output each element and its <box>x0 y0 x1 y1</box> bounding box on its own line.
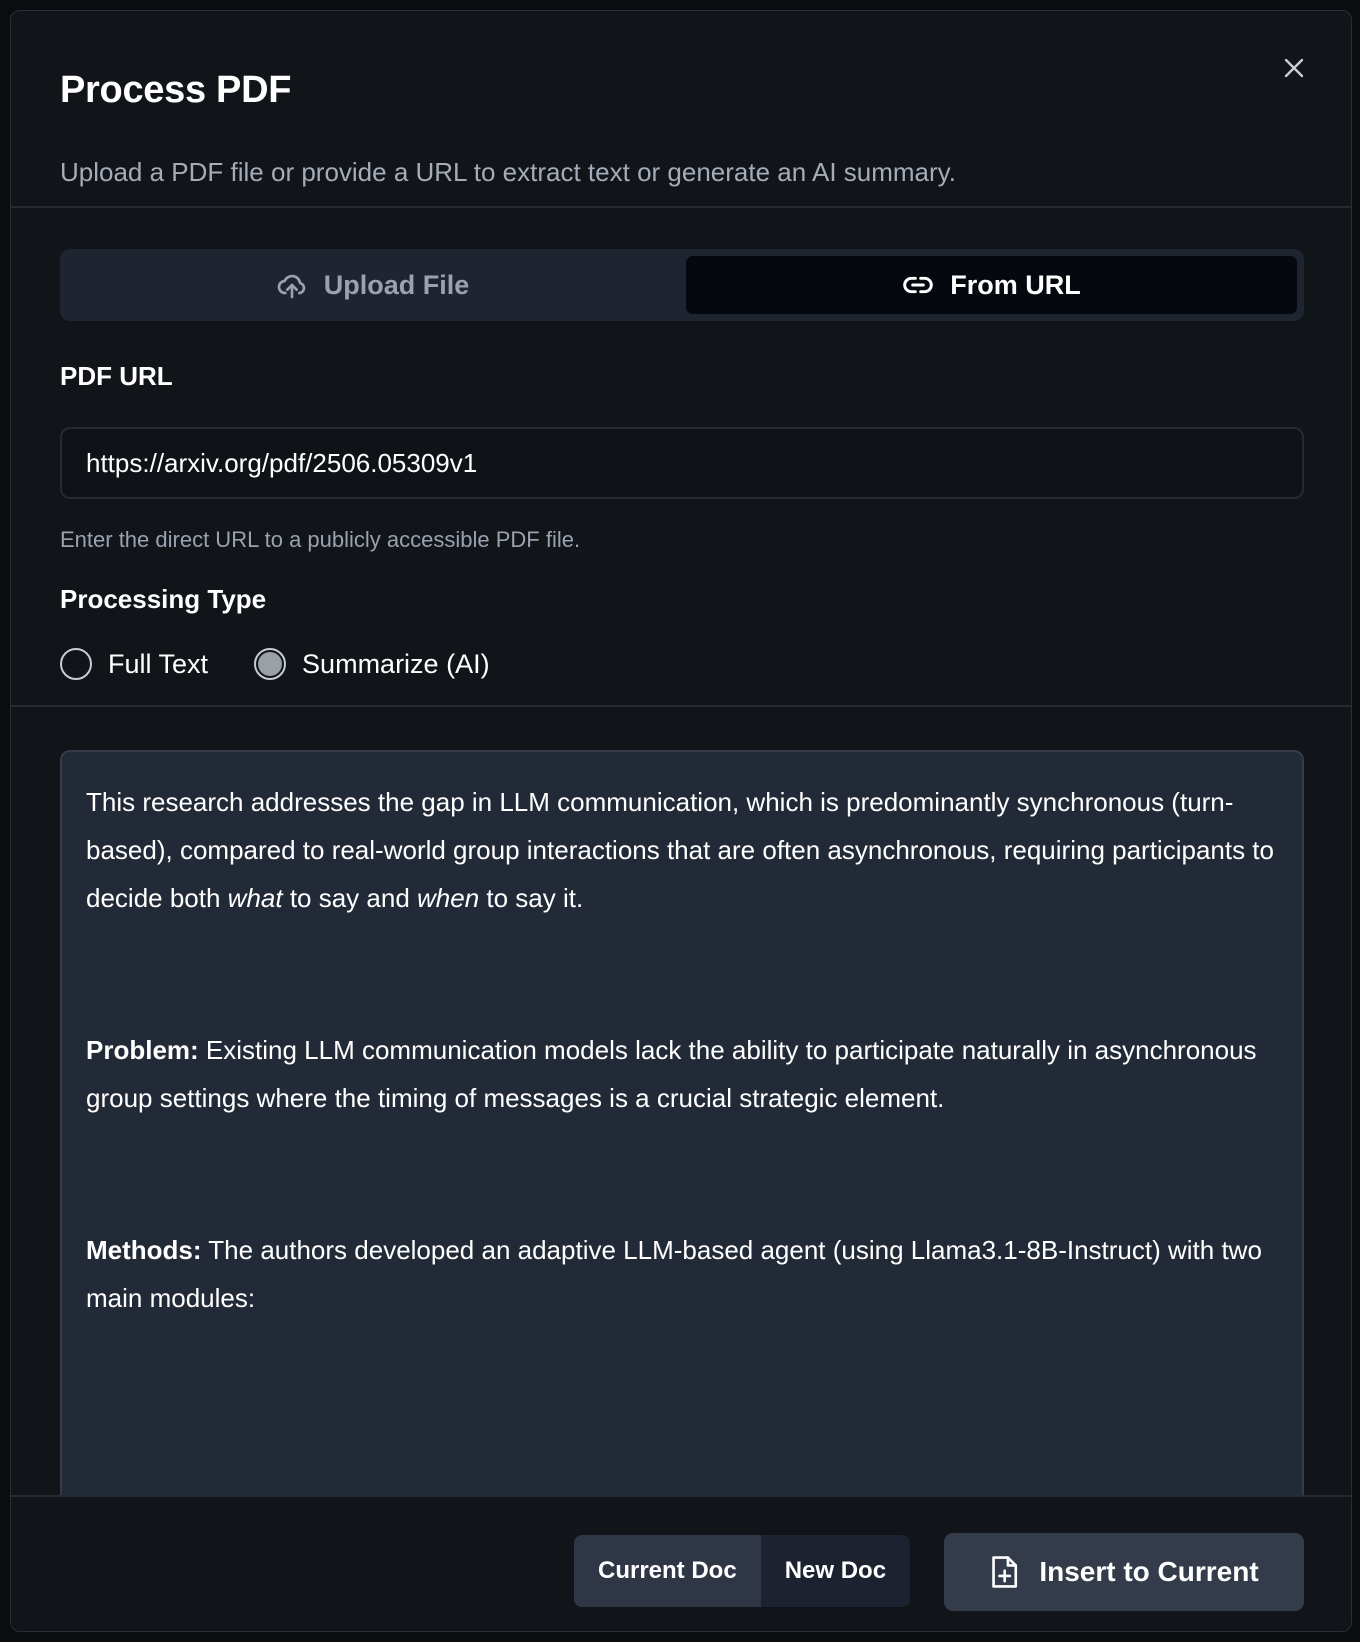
insert-to-current-label: Insert to Current <box>1039 1556 1259 1587</box>
dialog-footer: Current Doc New Doc Insert to Current <box>11 1495 1351 1631</box>
radio-full-text-label: Full Text <box>108 648 209 679</box>
processing-type-group: Full Text Summarize (AI) <box>60 648 536 680</box>
radio-full-text[interactable]: Full Text <box>60 648 208 680</box>
dialog-title: Process PDF <box>60 69 292 111</box>
processing-type-label: Processing Type <box>60 584 267 614</box>
file-plus-icon <box>992 1556 1018 1588</box>
summary-problem: Problem: Existing LLM communication mode… <box>86 1026 1278 1122</box>
options-divider <box>11 705 1351 707</box>
source-tabs: Upload File From URL <box>60 249 1304 321</box>
summary-intro-text-3: to say it. <box>479 883 584 913</box>
new-doc-button[interactable]: New Doc <box>761 1535 910 1607</box>
dialog-subtitle: Upload a PDF file or provide a URL to ex… <box>60 157 956 187</box>
tab-from-url[interactable]: From URL <box>686 256 1297 314</box>
summary-intro-text-2: to say and <box>282 883 418 913</box>
summary-intro: This research addresses the gap in LLM c… <box>86 778 1278 922</box>
pdf-url-label: PDF URL <box>60 361 173 391</box>
radio-summarize-ai[interactable]: Summarize (AI) <box>254 648 490 680</box>
upload-cloud-icon <box>277 274 306 299</box>
radio-summarize-ai-circle[interactable] <box>254 648 287 680</box>
radio-selected-dot <box>258 652 283 676</box>
summary-problem-text: Existing LLM communication models lack t… <box>86 1035 1257 1113</box>
process-pdf-dialog: Process PDF Upload a PDF file or provide… <box>10 10 1352 1632</box>
link-icon <box>903 276 934 294</box>
close-button[interactable] <box>1277 51 1311 85</box>
summary-methods-label: Methods: <box>86 1235 202 1265</box>
radio-summarize-ai-label: Summarize (AI) <box>302 648 490 679</box>
summary-intro-what: what <box>227 883 283 913</box>
tab-upload-file[interactable]: Upload File <box>67 256 678 314</box>
current-doc-button[interactable]: Current Doc <box>574 1535 761 1607</box>
radio-full-text-circle[interactable] <box>60 648 92 680</box>
header-divider <box>11 206 1351 208</box>
pdf-url-hint: Enter the direct URL to a publicly acces… <box>60 527 581 552</box>
summary-methods-text: The authors developed an adaptive LLM-ba… <box>86 1235 1262 1313</box>
summary-output[interactable]: This research addresses the gap in LLM c… <box>60 750 1304 1510</box>
tab-from-url-label: From URL <box>950 269 1081 300</box>
tab-upload-file-label: Upload File <box>323 269 470 300</box>
close-icon <box>1284 58 1304 78</box>
summary-methods: Methods: The authors developed an adapti… <box>86 1226 1278 1322</box>
pdf-url-input[interactable] <box>60 427 1304 499</box>
summary-intro-when: when <box>417 883 480 913</box>
destination-toggle: Current Doc New Doc <box>574 1535 911 1607</box>
summary-problem-label: Problem: <box>86 1035 199 1065</box>
insert-to-current-button[interactable]: Insert to Current <box>944 1533 1304 1611</box>
